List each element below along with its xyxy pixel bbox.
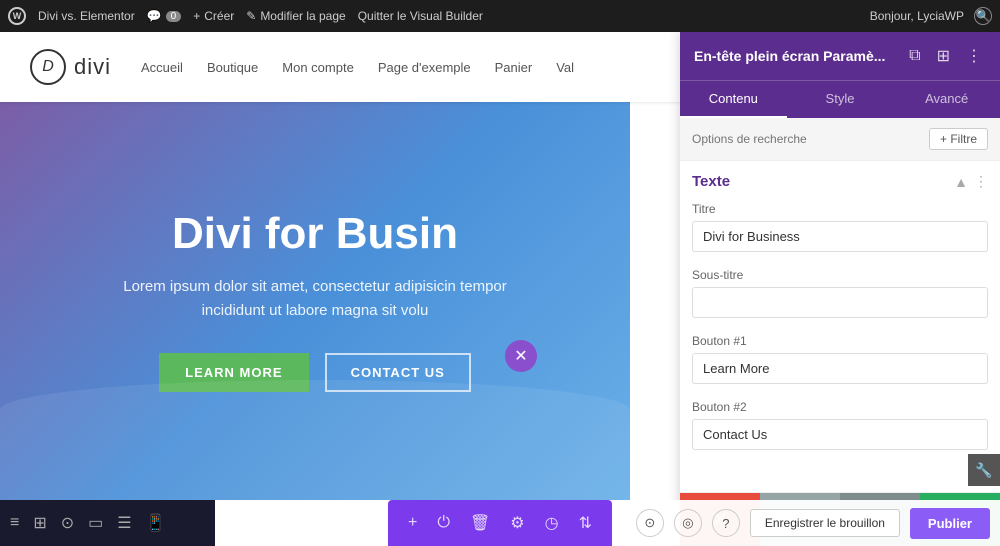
field-sous-titre-input[interactable] [692, 287, 988, 318]
settings-panel: En-tête plein écran Paramè... ⧉ ⊞ ⋮ Cont… [680, 32, 1000, 546]
search-input[interactable] [692, 132, 921, 146]
builder-bar-left: ≡ ⊞ ⊙ ▭ ☰ 📱 [0, 500, 215, 546]
nav-mon-compte[interactable]: Mon compte [282, 60, 354, 75]
admin-bar-divi-vs[interactable]: Divi vs. Elementor [38, 9, 135, 23]
panel-tabs: Contenu Style Avancé [680, 80, 1000, 118]
section-texte-header: Texte ▲ ⋮ [692, 173, 988, 190]
builder-desktop-icon[interactable]: ▭ [88, 513, 103, 533]
builder-search-right-icon[interactable]: ⊙ [636, 509, 664, 537]
wrench-icon: 🔧 [975, 462, 992, 479]
section-options-icon[interactable]: ⋮ [974, 173, 988, 190]
field-titre: Titre [692, 202, 988, 252]
hero-subtitle: Lorem ipsum dolor sit amet, consectetur … [95, 275, 535, 323]
field-bouton2-label: Bouton #2 [692, 400, 988, 414]
logo-name: divi [74, 54, 111, 80]
wp-logo[interactable]: W [8, 7, 26, 25]
field-bouton2: Bouton #2 [692, 400, 988, 450]
field-sous-titre: Sous-titre [692, 268, 988, 318]
builder-help-icon[interactable]: ? [712, 509, 740, 537]
learn-more-button[interactable]: LEARN MORE [159, 353, 308, 392]
plus-icon: + [193, 9, 200, 23]
builder-grid-icon[interactable]: ⊞ [33, 513, 46, 533]
section-texte-title: Texte [692, 173, 730, 190]
admin-bar-edit-page[interactable]: ✎ Modifier la page [246, 9, 345, 23]
admin-greeting: Bonjour, LyciaWP [870, 9, 964, 23]
contact-us-button[interactable]: CONTACT US [325, 353, 471, 392]
panel-title: En-tête plein écran Paramè... [694, 48, 897, 64]
builder-phone-icon[interactable]: 📱 [146, 513, 166, 533]
site-nav: Accueil Boutique Mon compte Page d'exemp… [141, 60, 574, 75]
logo-letter: D [42, 58, 54, 76]
tab-avance[interactable]: Avancé [893, 81, 1000, 118]
quit-builder-label: Quitter le Visual Builder [358, 9, 483, 23]
section-collapse-icon[interactable]: ▲ [954, 174, 968, 190]
save-draft-button[interactable]: Enregistrer le brouillon [750, 509, 900, 537]
field-bouton1: Bouton #1 [692, 334, 988, 384]
panel-body: Texte ▲ ⋮ Titre Sous-titre Bouton #1 Bou… [680, 161, 1000, 492]
edit-page-label: Modifier la page [260, 9, 345, 23]
builder-trash-icon[interactable]: 🗑 [470, 513, 490, 533]
panel-header: En-tête plein écran Paramè... ⧉ ⊞ ⋮ [680, 32, 1000, 80]
builder-bar-right: ⊙ ◎ ? Enregistrer le brouillon Publier [626, 500, 1000, 546]
nav-panier[interactable]: Panier [495, 60, 533, 75]
panel-copy-icon[interactable]: ⧉ [905, 45, 924, 67]
publish-button[interactable]: Publier [910, 508, 990, 539]
field-bouton1-label: Bouton #1 [692, 334, 988, 348]
logo-circle: D [30, 49, 66, 85]
create-label: Créer [204, 9, 234, 23]
admin-bar-right: Bonjour, LyciaWP 🔍 [870, 7, 992, 25]
builder-history-icon[interactable]: ◷ [545, 513, 559, 533]
hero-section: Divi for Busin Lorem ipsum dolor sit ame… [0, 102, 630, 500]
nav-accueil[interactable]: Accueil [141, 60, 183, 75]
tab-contenu[interactable]: Contenu [680, 81, 787, 118]
nav-page-exemple[interactable]: Page d'exemple [378, 60, 471, 75]
builder-bar-center: + ⏻ 🗑 ⚙ ◷ ⇅ [388, 500, 612, 546]
admin-bar-create[interactable]: + Créer [193, 9, 234, 23]
panel-more-icon[interactable]: ⋮ [962, 44, 986, 68]
comment-icon: 💬 [147, 9, 162, 23]
close-icon: ✕ [514, 346, 527, 366]
builder-power-icon[interactable]: ⏻ [437, 514, 450, 532]
panel-grid-icon[interactable]: ⊞ [933, 44, 954, 68]
field-bouton1-input[interactable] [692, 353, 988, 384]
builder-tablet-icon[interactable]: ☰ [117, 513, 131, 533]
nav-val[interactable]: Val [556, 60, 574, 75]
builder-search-icon[interactable]: ⊙ [61, 513, 74, 533]
builder-layers-icon[interactable]: ◎ [674, 509, 702, 537]
hero-title: Divi for Busin [172, 210, 458, 258]
pencil-icon: ✎ [246, 9, 256, 23]
tab-style[interactable]: Style [787, 81, 894, 118]
hero-buttons: LEARN MORE CONTACT US [159, 353, 471, 392]
builder-responsive-icon[interactable]: ⇅ [579, 513, 592, 533]
builder-menu-icon[interactable]: ≡ [10, 514, 19, 532]
panel-search-bar: + Filtre [680, 118, 1000, 161]
section-texte-icons: ▲ ⋮ [954, 173, 988, 190]
filter-button[interactable]: + Filtre [929, 128, 988, 150]
field-bouton2-input[interactable] [692, 419, 988, 450]
close-overlay-button[interactable]: ✕ [505, 340, 537, 372]
nav-boutique[interactable]: Boutique [207, 60, 258, 75]
builder-settings-icon[interactable]: ⚙ [510, 513, 524, 533]
site-logo[interactable]: D divi [30, 49, 111, 85]
field-sous-titre-label: Sous-titre [692, 268, 988, 282]
builder-add-icon[interactable]: + [408, 514, 417, 532]
comment-count: 0 [166, 11, 182, 22]
admin-bar-quit-builder[interactable]: Quitter le Visual Builder [358, 9, 483, 23]
admin-bar-comments[interactable]: 💬 0 [147, 9, 182, 23]
admin-bar: W Divi vs. Elementor 💬 0 + Créer ✎ Modif… [0, 0, 1000, 32]
floating-save-icon[interactable]: 🔧 [968, 454, 1000, 486]
admin-search-icon[interactable]: 🔍 [974, 7, 992, 25]
field-titre-label: Titre [692, 202, 988, 216]
divi-vs-elementor-label: Divi vs. Elementor [38, 9, 135, 23]
field-titre-input[interactable] [692, 221, 988, 252]
